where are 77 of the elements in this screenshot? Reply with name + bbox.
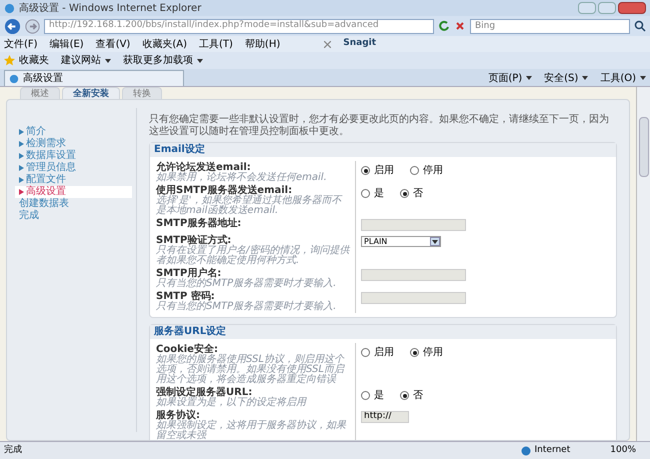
radio-option[interactable]: 否 xyxy=(400,388,423,403)
field-hint: 如果设置为是，以下的设定将启用 xyxy=(156,398,308,408)
stop-icon[interactable] xyxy=(454,20,466,32)
close-icon[interactable] xyxy=(324,40,332,48)
intro-text: 只有您确定需要一些非默认设置时，您才有必要更改此页的内容。如果您不确定，请继续至下一页，因为这些设置可以随时在管理员控制面板中更改。 xyxy=(149,114,610,138)
caret-icon xyxy=(432,240,438,244)
command-menu[interactable]: 安全(S) xyxy=(544,70,588,86)
sidebar-item[interactable]: 数据库设置 xyxy=(26,150,76,162)
radio-option[interactable]: 否 xyxy=(400,186,423,201)
browser-tab[interactable]: 高级设置 xyxy=(4,70,184,86)
field-hint: 如果禁用，论坛将不会发送任何email. xyxy=(156,173,328,183)
field-label: SMTP服务器地址: xyxy=(156,218,242,229)
field-hint: 只有当您的SMTP服务器需要时才要输入. xyxy=(156,279,338,289)
field-label: SMTP 密码: xyxy=(156,291,215,302)
page-tab[interactable]: 全新安装 xyxy=(62,87,120,99)
refresh-icon[interactable] xyxy=(438,20,450,32)
favorites-link[interactable]: 获取更多加载项 xyxy=(123,53,203,68)
address-field[interactable]: http://192.168.1.200/bbs/install/index.php?mode=install&sub=advanced xyxy=(44,18,434,34)
field-label: SMTP用户名: xyxy=(156,268,222,279)
page-tab[interactable]: 转换 xyxy=(122,87,162,99)
radio-option[interactable]: 是 xyxy=(361,186,384,201)
caret-icon xyxy=(640,76,646,80)
field-label: Cookie安全: xyxy=(156,344,218,355)
command-menu[interactable]: 页面(P) xyxy=(488,70,532,86)
field-label: SMTP验证方式: xyxy=(156,235,232,246)
snagit-button[interactable]: Snagit xyxy=(343,37,376,51)
radio-option[interactable]: 启用 xyxy=(361,345,394,360)
star-icon xyxy=(4,55,15,66)
field-label: 服务协议: xyxy=(156,410,200,421)
favorites-button[interactable]: 收藏夹 xyxy=(19,53,49,68)
sidebar-item[interactable]: 检测需求 xyxy=(26,138,66,150)
menu-item[interactable]: 编辑(E) xyxy=(50,36,84,52)
scrollbar[interactable] xyxy=(636,87,650,441)
field-hint: 如果强制设定，这将用于服务器协议，如果留空或未强 xyxy=(156,421,348,440)
sidebar-item[interactable]: 管理员信息 xyxy=(26,162,76,174)
section-title: Email设定 xyxy=(150,143,616,157)
back-icon[interactable] xyxy=(4,18,21,34)
menu-item[interactable]: 查看(V) xyxy=(96,36,130,52)
field-hint: 选择'是'，如果您希望通过其他服务器而不是本地mail函数发送email. xyxy=(156,196,344,216)
field-label: 允许论坛发送email: xyxy=(156,162,251,173)
caret-icon xyxy=(582,76,588,80)
text-input[interactable] xyxy=(361,292,466,304)
window-title: 高级设置 - Windows Internet Explorer xyxy=(19,2,202,16)
minimize-button[interactable] xyxy=(578,2,596,14)
auth-dropdown[interactable]: PLAIN xyxy=(361,236,441,247)
search-field[interactable]: Bing xyxy=(470,18,630,34)
close-button[interactable] xyxy=(618,2,646,14)
sidebar-item[interactable]: 完成 xyxy=(19,210,39,222)
menu-item[interactable]: 收藏夹(A) xyxy=(142,36,187,52)
field-hint: 只有在设置了用户名/密码的情况，询问提供者如果您不能确定使用何种方式. xyxy=(156,246,351,266)
menu-item[interactable]: 帮助(H) xyxy=(244,36,280,52)
sidebar-item[interactable]: 配置文件 xyxy=(26,174,66,186)
section-title: 服务器URL设定 xyxy=(150,325,616,339)
radio-option[interactable]: 启用 xyxy=(361,163,394,178)
field-hint: 如果您的服务器使用SSL协议，则启用这个选项，否则请禁用。如果没有使用SSL而启用这个选项，将会造成服务器重定向错误 xyxy=(156,355,346,385)
text-input[interactable] xyxy=(361,219,466,231)
favorites-link[interactable]: 建议网站 xyxy=(61,53,111,68)
field-label: 使用SMTP服务器发送email: xyxy=(156,185,292,196)
text-input[interactable] xyxy=(361,269,466,281)
radio-option[interactable]: 停用 xyxy=(410,345,443,360)
field-label: 强制设定服务器URL: xyxy=(156,387,252,398)
status-text: 完成 xyxy=(4,444,22,457)
search-icon[interactable] xyxy=(634,20,646,32)
command-menu[interactable]: 工具(O) xyxy=(600,70,646,86)
radio-option[interactable]: 停用 xyxy=(410,163,443,178)
field-hint: 只有当您的SMTP服务器需要时才要输入. xyxy=(156,302,338,312)
zone-text: Internet xyxy=(534,444,570,457)
zoom-button[interactable]: 100% xyxy=(610,444,636,458)
radio-option[interactable]: 是 xyxy=(361,388,384,403)
caret-icon xyxy=(526,76,532,80)
menu-item[interactable]: 工具(T) xyxy=(199,36,233,52)
sidebar-item[interactable]: 简介 xyxy=(26,126,46,138)
maximize-button[interactable] xyxy=(598,2,616,14)
sidebar-item[interactable]: 创建数据表 xyxy=(19,198,69,210)
page-tab[interactable]: 概述 xyxy=(20,87,60,99)
menu-item[interactable]: 文件(F) xyxy=(4,36,38,52)
forward-icon[interactable] xyxy=(25,18,40,34)
